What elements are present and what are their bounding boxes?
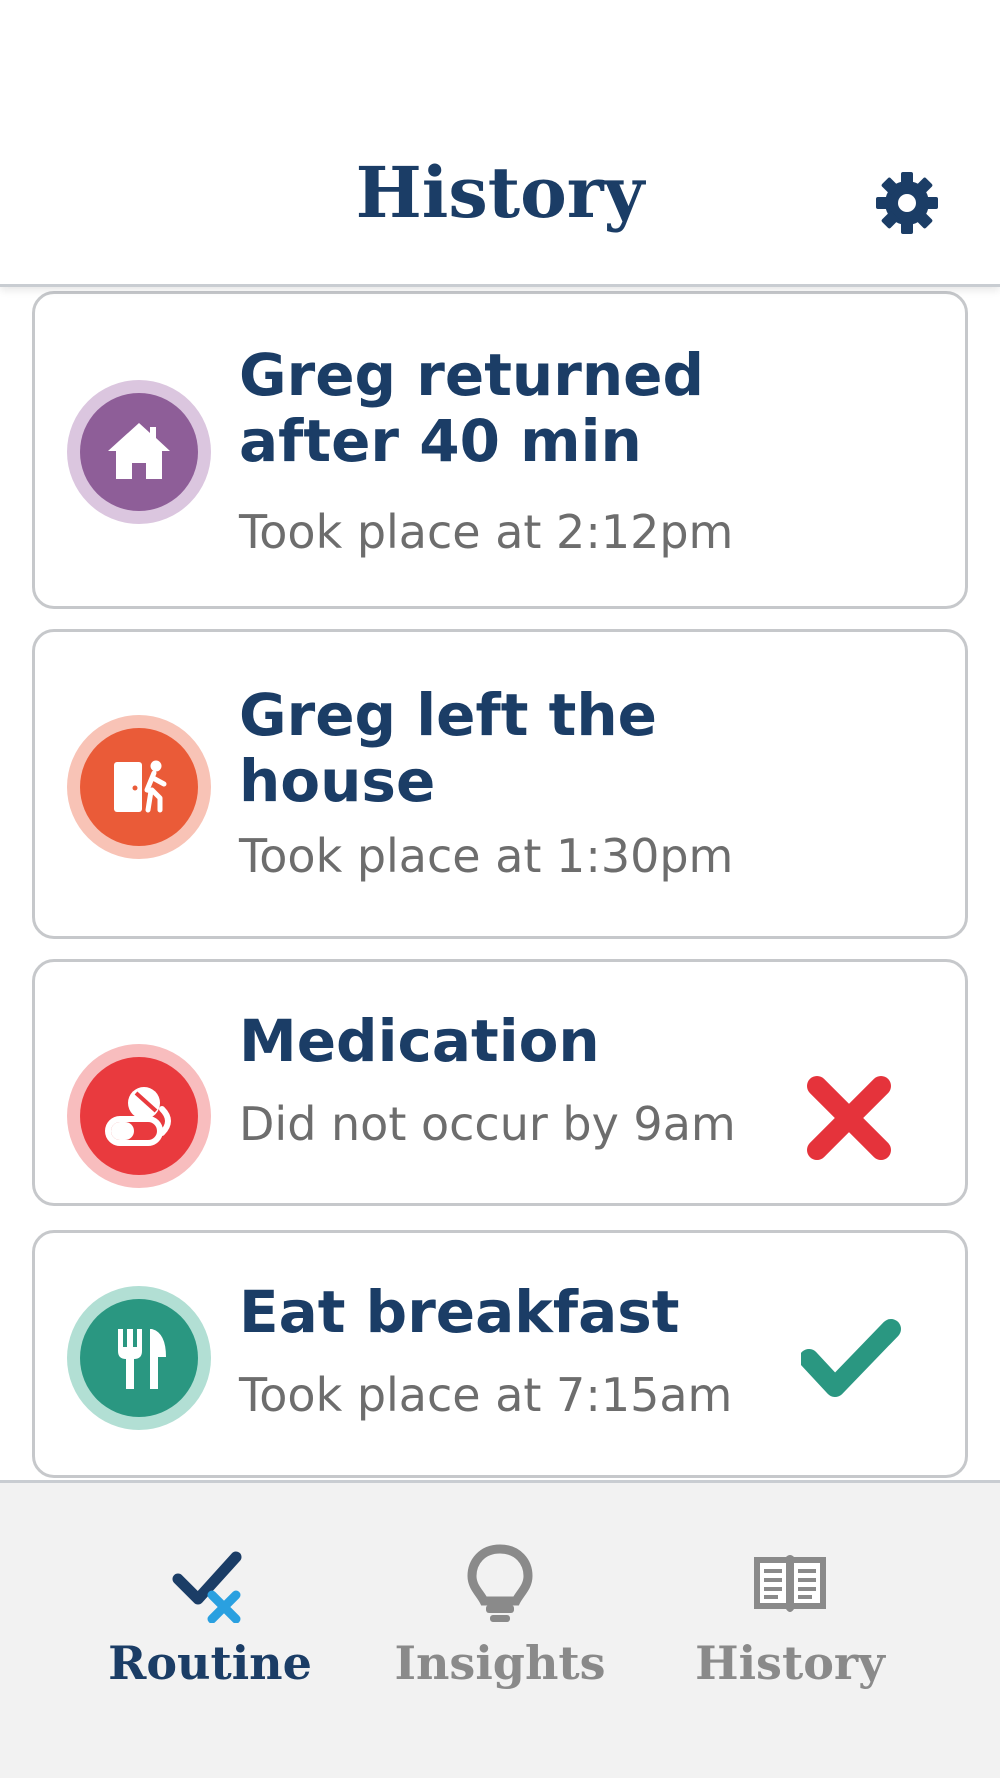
history-card[interactable]: Greg returned after 40 min Took place at… xyxy=(32,291,968,609)
history-card[interactable]: Medication Did not occur by 9am xyxy=(32,959,968,1206)
book-icon xyxy=(754,1555,826,1612)
nav-insights[interactable]: Insights xyxy=(350,1483,650,1778)
fork-knife-icon xyxy=(118,1329,166,1389)
history-card-title: Greg left the house xyxy=(239,681,657,815)
history-card-subtitle: Did not occur by 9am xyxy=(239,1097,736,1151)
nav-label: Insights xyxy=(394,1636,606,1690)
history-card-subtitle: Took place at 1:30pm xyxy=(239,829,734,883)
pill-icon xyxy=(105,1087,171,1146)
history-card-subtitle: Took place at 7:15am xyxy=(239,1368,733,1422)
event-icon-ring xyxy=(67,1044,211,1188)
history-card-subtitle: Took place at 2:12pm xyxy=(239,505,734,559)
lightbulb-icon xyxy=(467,1544,533,1622)
gear-icon[interactable] xyxy=(872,168,942,238)
x-mark-icon xyxy=(807,1076,891,1160)
history-card-title: Greg returned after 40 min xyxy=(239,341,704,475)
page-title: History xyxy=(355,151,645,234)
event-icon-ring xyxy=(67,380,211,524)
house-icon xyxy=(108,423,170,479)
checkmark-icon xyxy=(801,1319,901,1397)
nav-label: Routine xyxy=(108,1636,312,1690)
history-card[interactable]: Eat breakfast Took place at 7:15am xyxy=(32,1230,968,1478)
exit-door-icon xyxy=(114,760,167,813)
app-header: History xyxy=(0,0,1000,287)
nav-history[interactable]: History xyxy=(640,1483,940,1778)
nav-routine[interactable]: Routine xyxy=(60,1483,360,1778)
app-screen: Greg returned after 40 min Took place at… xyxy=(0,0,1000,1778)
history-card[interactable]: Greg left the house Took place at 1:30pm xyxy=(32,629,968,939)
history-card-title: Medication xyxy=(239,1007,600,1075)
nav-label: History xyxy=(695,1636,885,1690)
bottom-nav: Routine Insights History xyxy=(0,1480,1000,1778)
history-card-title: Eat breakfast xyxy=(239,1278,680,1346)
event-icon-ring xyxy=(67,715,211,859)
event-icon-ring xyxy=(67,1286,211,1430)
routine-check-icon xyxy=(172,1551,242,1623)
